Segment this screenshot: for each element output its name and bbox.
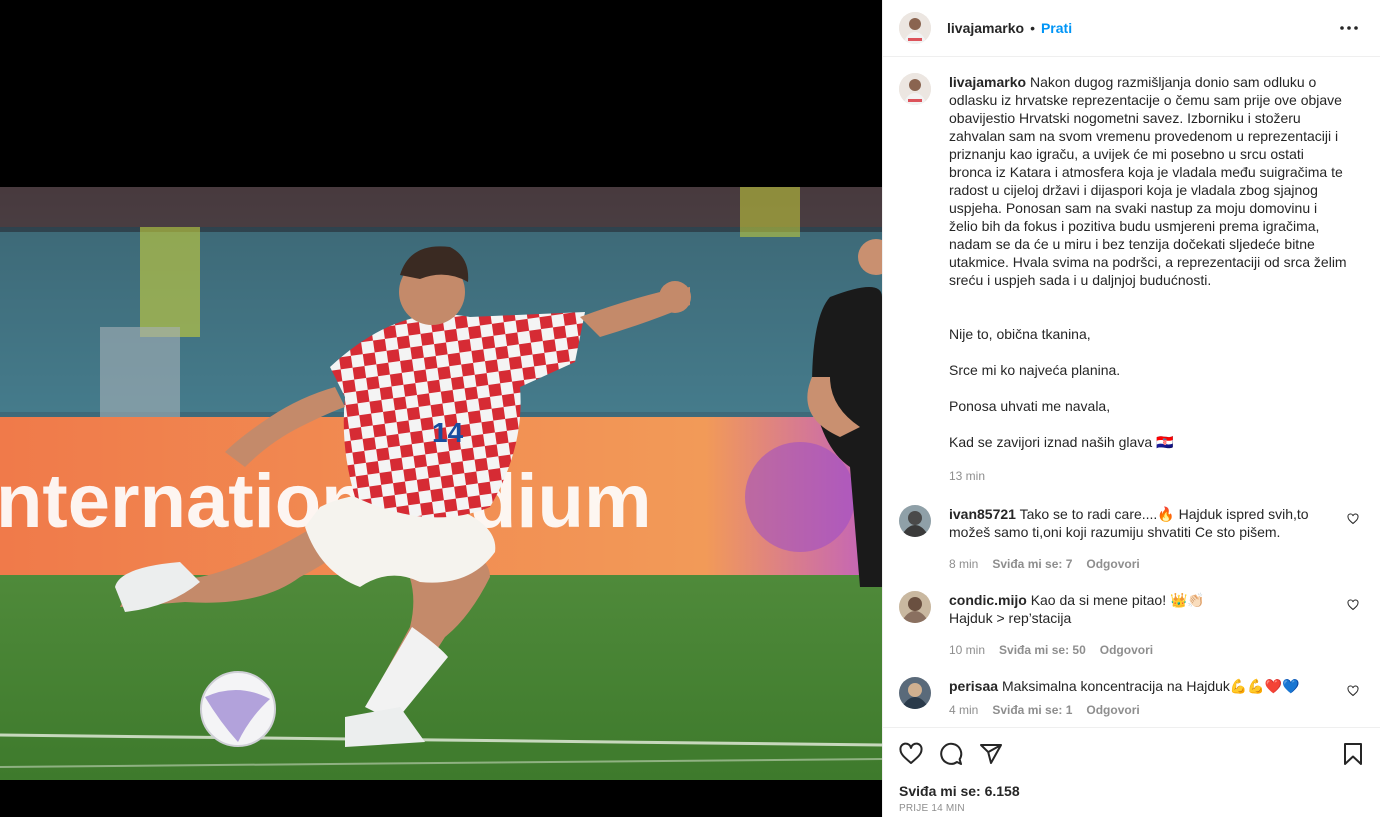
- caption-poem: Nije to, obična tkanina, Srce mi ko najv…: [949, 325, 1349, 451]
- caption-time[interactable]: 13 min: [949, 467, 1349, 485]
- comment-item: ivan85721 Tako se to radi care....🔥 Hajd…: [899, 505, 1365, 573]
- small-heart-icon[interactable]: [1347, 599, 1359, 611]
- comment-icon[interactable]: [939, 742, 963, 766]
- comment-item: perisaa Maksimalna koncentracija na Hajd…: [899, 677, 1365, 719]
- poem-line-1: Nije to, obična tkanina,: [949, 326, 1091, 342]
- commenter-avatar[interactable]: [899, 591, 931, 623]
- comment-likes[interactable]: Sviđa mi se: 1: [992, 701, 1072, 719]
- caption-avatar[interactable]: [899, 73, 931, 105]
- follow-button[interactable]: Prati: [1041, 20, 1072, 36]
- comment-item: condic.mijo Kao da si mene pitao! 👑👏🏻 Ha…: [899, 591, 1365, 659]
- reply-button[interactable]: Odgovori: [1100, 641, 1153, 659]
- poem-line-4: Kad se zavijori iznad naših glava 🇭🇷: [949, 434, 1174, 450]
- post-likes-count[interactable]: Sviđa mi se: 6.158: [899, 783, 1020, 799]
- share-icon[interactable]: [979, 742, 1003, 766]
- comment-username[interactable]: ivan85721: [949, 506, 1016, 522]
- bookmark-icon[interactable]: [1341, 742, 1365, 766]
- poem-line-2: Srce mi ko najveća planina.: [949, 362, 1121, 378]
- small-heart-icon[interactable]: [1347, 685, 1359, 697]
- poem-line-3: Ponosa uhvati me navala,: [949, 398, 1111, 414]
- header-username[interactable]: livajamarko: [947, 20, 1024, 36]
- post-media[interactable]: nternational dium 14: [0, 0, 882, 817]
- commenter-avatar[interactable]: [899, 677, 931, 709]
- caption-text-block: livajamarko Nakon dugog razmišljanja don…: [949, 73, 1349, 289]
- comment-username[interactable]: perisaa: [949, 678, 998, 694]
- commenter-avatar[interactable]: [899, 505, 931, 537]
- caption-text: Nakon dugog razmišljanja donio sam odluk…: [949, 74, 1347, 288]
- post-actions: Sviđa mi se: 6.158 PRIJE 14 MIN: [883, 727, 1380, 817]
- comment-text: Maksimalna koncentracija na Hajduk💪💪❤️💙: [1001, 678, 1300, 694]
- reply-button[interactable]: Odgovori: [1086, 555, 1139, 573]
- comment-time[interactable]: 8 min: [949, 555, 978, 573]
- caption-username[interactable]: livajamarko: [949, 74, 1026, 90]
- comment-time[interactable]: 4 min: [949, 701, 978, 719]
- post-timestamp[interactable]: PRIJE 14 MIN: [899, 803, 965, 814]
- post-header: livajamarko • Prati: [883, 0, 1380, 57]
- post-photo: nternational dium 14: [0, 187, 882, 780]
- post-caption: livajamarko Nakon dugog razmišljanja don…: [899, 73, 1365, 485]
- comment-username[interactable]: condic.mijo: [949, 592, 1027, 608]
- heart-icon[interactable]: [899, 742, 923, 766]
- post-details-panel: livajamarko • Prati livajamarko Nakon du…: [882, 0, 1380, 817]
- small-heart-icon[interactable]: [1347, 513, 1359, 525]
- comment-likes[interactable]: Sviđa mi se: 7: [992, 555, 1072, 573]
- jersey-number: 14: [432, 417, 464, 448]
- reply-button[interactable]: Odgovori: [1086, 701, 1139, 719]
- author-avatar[interactable]: [899, 12, 931, 44]
- comment-time[interactable]: 10 min: [949, 641, 985, 659]
- comment-likes[interactable]: Sviđa mi se: 50: [999, 641, 1086, 659]
- header-dot-separator: •: [1030, 20, 1035, 36]
- comments-scroll-area[interactable]: livajamarko Nakon dugog razmišljanja don…: [883, 57, 1380, 727]
- more-icon[interactable]: [1337, 16, 1361, 40]
